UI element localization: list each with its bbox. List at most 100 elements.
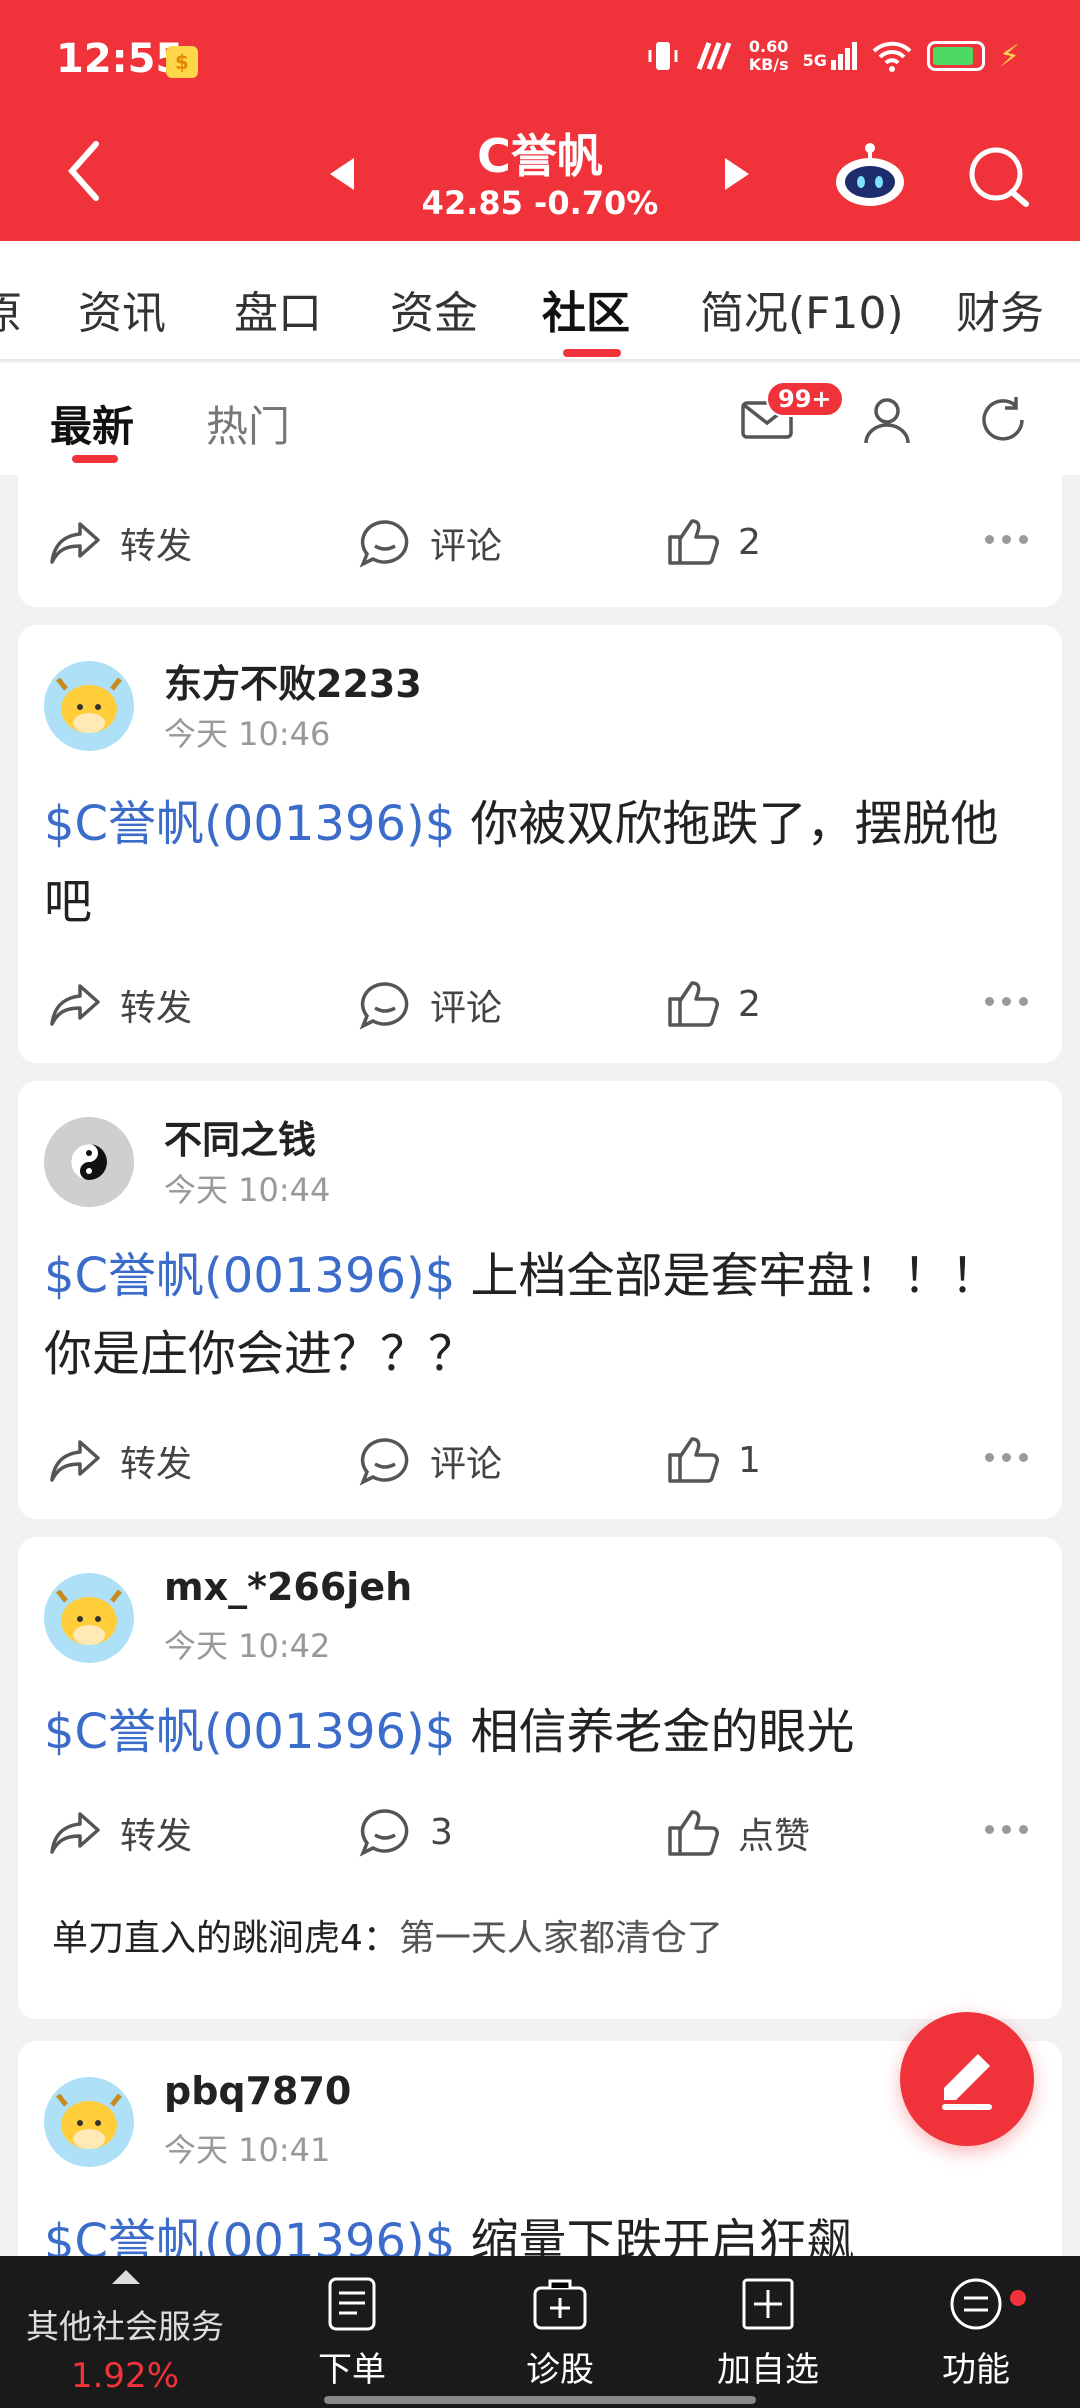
next-stock-button[interactable] bbox=[725, 158, 749, 190]
add-watchlist-button[interactable]: 加自选 bbox=[668, 2276, 868, 2391]
post-card: 不同之钱 今天 10:44 $C誉帆(001396)$ 上档全部是套牢盘！！！你… bbox=[18, 1081, 1062, 1519]
order-button[interactable]: 下单 bbox=[252, 2276, 452, 2391]
compose-post-button[interactable] bbox=[900, 2012, 1034, 2146]
post-time: 今天 10:41 bbox=[164, 2131, 331, 2169]
like-button[interactable]: 点赞 bbox=[666, 1807, 810, 1859]
other-services-button[interactable]: 其他社会服务 1.92% bbox=[0, 2256, 250, 2408]
tab-community[interactable]: 社区 bbox=[542, 277, 630, 341]
functions-button[interactable]: 功能 bbox=[876, 2276, 1076, 2391]
add-square-icon bbox=[742, 2278, 794, 2330]
forward-icon bbox=[50, 984, 100, 1026]
order-document-icon bbox=[328, 2277, 376, 2331]
tab-f10[interactable]: 简况(F10) bbox=[700, 277, 904, 341]
charging-icon: ⚡ bbox=[998, 38, 1020, 74]
subtab-latest[interactable]: 最新 bbox=[50, 393, 134, 454]
search-icon[interactable] bbox=[966, 140, 1032, 210]
profile-icon[interactable] bbox=[860, 393, 914, 447]
notification-app-icon: $ bbox=[166, 46, 198, 78]
forward-button[interactable]: 转发 bbox=[48, 1807, 192, 1859]
post-actions: 转发 评论 1 bbox=[18, 1425, 1062, 1495]
post-card: 转发 评论 2 bbox=[18, 475, 1062, 607]
diagnose-kit-icon bbox=[533, 2279, 587, 2330]
feed-subtabs: 最新 热门 99+ bbox=[0, 363, 1080, 475]
forward-button[interactable]: 转发 bbox=[48, 517, 192, 569]
post-actions: 转发 3 点赞 bbox=[18, 1797, 1062, 1867]
avatar[interactable] bbox=[44, 2077, 134, 2167]
like-count: 2 bbox=[738, 983, 761, 1025]
author-name[interactable]: 东方不败2233 bbox=[164, 653, 422, 708]
comment-button[interactable]: 评论 bbox=[358, 1435, 502, 1487]
mail-badge: 99+ bbox=[766, 381, 844, 417]
status-time: 12:55 bbox=[56, 36, 184, 82]
more-options-button[interactable] bbox=[985, 1825, 1028, 1834]
cow-avatar-icon bbox=[56, 1589, 122, 1645]
comment-button[interactable]: 评论 bbox=[358, 517, 502, 569]
comment-icon bbox=[359, 1809, 409, 1857]
services-label: 其他社会服务 bbox=[26, 2307, 224, 2346]
comment-button[interactable]: 3 bbox=[358, 1807, 453, 1857]
tab-active-indicator bbox=[563, 349, 621, 357]
edit-pencil-icon bbox=[942, 2054, 992, 2110]
signal-icon: 5G bbox=[803, 42, 857, 70]
like-button[interactable]: 1 bbox=[666, 1435, 761, 1485]
post-text[interactable]: $C誉帆(001396)$ 你被双欣拖跌了，摆脱他吧 bbox=[44, 785, 1044, 941]
post-time: 今天 10:44 bbox=[164, 1171, 331, 1209]
like-button[interactable]: 2 bbox=[666, 979, 761, 1029]
tab-orderbook[interactable]: 盘口 bbox=[234, 277, 322, 341]
home-indicator[interactable] bbox=[324, 2396, 756, 2404]
post-text[interactable]: $C誉帆(001396)$ 上档全部是套牢盘！！！你是庄你会进？？？ bbox=[44, 1237, 1044, 1393]
avatar[interactable] bbox=[44, 661, 134, 751]
vibrate-icon bbox=[648, 42, 678, 70]
reply-author: 单刀直入的跳涧虎4： bbox=[52, 1918, 399, 1959]
author-name[interactable]: pbq7870 bbox=[164, 2069, 351, 2113]
stock-tag[interactable]: $C誉帆(001396)$ bbox=[44, 796, 455, 852]
yin-yang-avatar-icon bbox=[44, 1117, 134, 1207]
subtab-hot[interactable]: 热门 bbox=[206, 393, 290, 454]
post-text[interactable]: $C誉帆(001396)$ 相信养老金的眼光 bbox=[44, 1693, 1044, 1771]
post-time: 今天 10:46 bbox=[164, 715, 331, 753]
avatar[interactable] bbox=[44, 1573, 134, 1663]
forward-icon bbox=[50, 1812, 100, 1854]
services-percent: 1.92% bbox=[70, 2356, 179, 2396]
forward-button[interactable]: 转发 bbox=[48, 979, 192, 1031]
like-count: 2 bbox=[738, 521, 761, 563]
comment-button[interactable]: 评论 bbox=[358, 979, 502, 1031]
more-options-button[interactable] bbox=[985, 1453, 1028, 1462]
menu-circle-icon bbox=[950, 2278, 1002, 2330]
notification-dot bbox=[1010, 2290, 1026, 2306]
forward-button[interactable]: 转发 bbox=[48, 1435, 192, 1487]
tab-funds[interactable]: 资金 bbox=[390, 277, 478, 341]
forward-icon bbox=[50, 1440, 100, 1482]
author-name[interactable]: mx_*266jeh bbox=[164, 1565, 412, 1609]
status-icons: 0.60 KB/s 5G ⚡ bbox=[645, 38, 1020, 74]
subtab-active-indicator bbox=[72, 455, 118, 463]
header: 12:55 $ 0.60 KB/s 5G ⚡ C誉帆 42.85 -0.70% bbox=[0, 0, 1080, 241]
expand-up-icon bbox=[112, 2270, 140, 2284]
tab-news[interactable]: 资讯 bbox=[78, 277, 166, 341]
net-speed: 0.60 KB/s bbox=[748, 37, 789, 74]
stock-tag[interactable]: $C誉帆(001396)$ bbox=[44, 1704, 455, 1760]
stock-tabs: 原 资讯 盘口 资金 社区 简况(F10) 财务 bbox=[0, 241, 1080, 361]
reply-text: 第一天人家都清仓了 bbox=[398, 1918, 723, 1959]
tab-partial[interactable]: 原 bbox=[0, 277, 22, 341]
tab-finance[interactable]: 财务 bbox=[956, 277, 1044, 341]
cow-avatar-icon bbox=[56, 677, 122, 733]
diagnose-stock-button[interactable]: 诊股 bbox=[460, 2276, 660, 2391]
wifi-icon bbox=[872, 41, 912, 72]
like-button[interactable]: 2 bbox=[666, 517, 761, 567]
author-name[interactable]: 不同之钱 bbox=[164, 1109, 316, 1164]
stock-tag[interactable]: $C誉帆(001396)$ bbox=[44, 1248, 455, 1304]
more-options-button[interactable] bbox=[985, 997, 1028, 1006]
ai-assistant-robot-icon[interactable] bbox=[832, 140, 908, 210]
comment-icon bbox=[359, 982, 409, 1030]
avatar[interactable] bbox=[44, 1117, 134, 1207]
status-bar: 12:55 $ 0.60 KB/s 5G ⚡ bbox=[0, 0, 1080, 120]
thumbs-up-icon bbox=[668, 1437, 719, 1483]
reply-preview[interactable]: 单刀直入的跳涧虎4：第一天人家都清仓了 bbox=[52, 1909, 723, 1961]
refresh-icon[interactable] bbox=[976, 393, 1030, 447]
thumbs-up-icon bbox=[668, 1810, 719, 1856]
more-options-button[interactable] bbox=[985, 535, 1028, 544]
comment-icon bbox=[359, 1438, 409, 1486]
like-count: 1 bbox=[738, 1439, 761, 1481]
nav-row: C誉帆 42.85 -0.70% bbox=[0, 120, 1080, 241]
